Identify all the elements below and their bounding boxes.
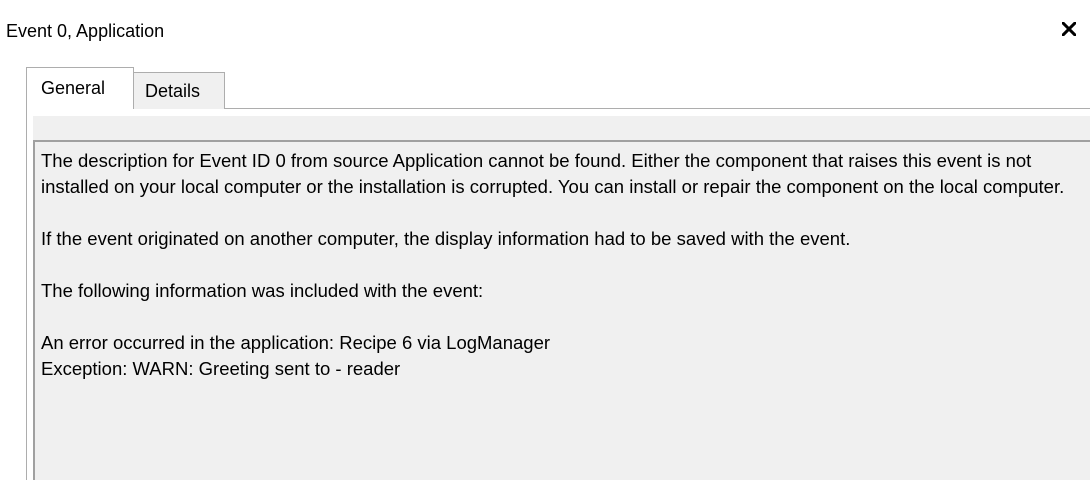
tab-general-label: General (41, 78, 106, 98)
tab-details[interactable]: Details (133, 72, 225, 109)
description-paragraph-3: The following information was included w… (41, 280, 484, 301)
event-description-box[interactable]: The description for Event ID 0 from sour… (33, 140, 1090, 480)
close-button[interactable] (1054, 14, 1084, 44)
window-title: Event 0, Application (6, 21, 165, 41)
description-paragraph-1: The description for Event ID 0 from sour… (41, 150, 1065, 197)
event-properties-window: Event 0, Application General Details The… (0, 0, 1090, 480)
description-line-error: An error occurred in the application: Re… (41, 332, 551, 353)
title-bar: Event 0, Application (0, 0, 1090, 56)
event-description-text: The description for Event ID 0 from sour… (41, 148, 1081, 382)
description-paragraph-2: If the event originated on another compu… (41, 228, 851, 249)
close-icon (1062, 22, 1076, 36)
tab-general[interactable]: General (26, 67, 134, 109)
tab-details-label: Details (145, 81, 201, 101)
tab-strip: General Details (26, 67, 426, 109)
description-line-exception: Exception: WARN: Greeting sent to - read… (41, 358, 401, 379)
